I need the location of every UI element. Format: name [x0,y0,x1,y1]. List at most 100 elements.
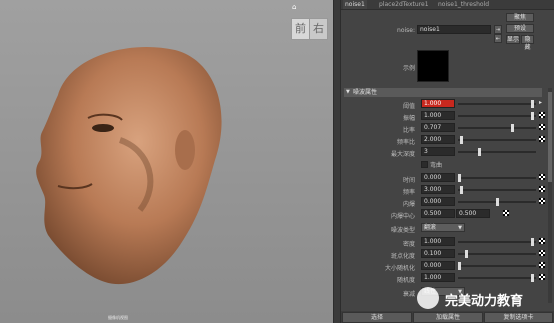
attribute-editor: noise1 place2dTexture1 noise1_threshold … [341,0,554,323]
collapse-triangle-icon[interactable]: ▼ [346,88,350,97]
select-input-icon[interactable]: ⇤ [494,34,502,43]
view-cube[interactable]: 前 右 [291,14,328,40]
slider-knob[interactable] [460,136,463,144]
inflection-label: 弯曲 [430,162,443,169]
implode-center-x-field[interactable]: 0.500 [421,209,455,218]
attr-frequency-field[interactable]: 3.000 [421,185,455,194]
texture-sample [417,50,449,82]
map-checker-icon[interactable] [539,136,545,142]
slider-knob[interactable] [478,148,481,156]
show-button[interactable]: 显示 [506,35,520,44]
attr-time-label: 时间 [402,177,415,184]
map-checker-icon[interactable] [539,262,545,268]
view-cube-right[interactable]: 右 [309,18,328,40]
attr-frequency-label: 频率 [402,189,415,196]
scrollbar-thumb[interactable] [548,92,552,182]
attr-threshold-slider[interactable] [458,100,536,108]
slider-knob[interactable] [458,262,461,270]
map-checker-icon[interactable] [539,124,545,130]
attr-time-field[interactable]: 0.000 [421,173,455,182]
bottom-bar: 选择 加载属性 复制选项卡 [341,311,554,323]
map-checker-icon[interactable] [539,238,545,244]
noise-type-value: 翻滚 [424,224,437,231]
attr-implode-slider[interactable] [458,198,536,206]
tab-noise1[interactable]: noise1 [343,0,367,9]
attr-size-rand-label: 大小随机化 [384,265,415,272]
attr-max-depth-slider[interactable] [458,148,536,156]
slider-knob[interactable] [531,100,534,108]
attr-frequency-ratio-field[interactable]: 2.000 [421,135,455,144]
attr-spottyness-label: 斑点化度 [390,253,415,260]
map-checker-icon[interactable] [539,186,545,192]
attr-amplitude-slider[interactable] [458,112,536,120]
node-label: noise: [397,27,415,34]
attr-spottyness-slider[interactable] [458,250,536,258]
focus-button[interactable]: 聚焦 [506,13,534,22]
noise-type-label: 噪波类型 [390,227,415,234]
inflection-checkbox[interactable] [421,161,428,168]
attr-density-label: 密度 [402,241,415,248]
attr-threshold-label: 阈值 [402,103,415,110]
attr-max-depth-field[interactable]: 3 [421,147,455,156]
home-icon[interactable]: ⌂ [292,4,299,11]
slider-knob[interactable] [531,112,534,120]
map-checker-icon[interactable] [503,210,509,216]
slider-knob[interactable] [460,186,463,194]
attr-randomness-field[interactable]: 1.000 [421,273,455,282]
view-cube-front[interactable]: 前 [291,18,310,40]
slider-knob[interactable] [531,238,534,246]
section-title: 噪波属性 [353,89,378,96]
attr-time-slider[interactable] [458,174,536,182]
slider-knob[interactable] [511,124,514,132]
head-model [36,47,222,285]
editor-scrollbar[interactable] [548,88,552,303]
sample-label: 示例 [402,65,415,72]
map-connected-icon[interactable]: ▸ [539,100,545,106]
3d-viewport[interactable]: ⌂ 前 右 摄像机视图 [0,0,333,323]
slider-knob[interactable] [496,198,499,206]
section-noise-attributes[interactable]: ▼ 噪波属性 [344,88,542,97]
tab-bar: noise1 place2dTexture1 noise1_threshold [341,0,554,10]
camera-label: 摄像机视图 [108,315,128,320]
attr-frequency-ratio-slider[interactable] [458,136,536,144]
attr-size-rand-slider[interactable] [458,262,536,270]
node-name-field[interactable]: noise1 [417,25,491,34]
attr-frequency-slider[interactable] [458,186,536,194]
attr-amplitude-label: 振幅 [402,115,415,122]
tab-place2dtexture1[interactable]: place2dTexture1 [377,0,431,9]
attr-implode-label: 内爆 [402,201,415,208]
map-checker-icon[interactable] [539,250,545,256]
slider-knob[interactable] [458,174,461,182]
map-checker-icon[interactable] [539,274,545,280]
attr-spottyness-field[interactable]: 0.100 [421,249,455,258]
preset-button[interactable]: 预设 [506,24,534,33]
map-checker-icon[interactable] [539,198,545,204]
attr-density-field[interactable]: 1.000 [421,237,455,246]
attr-implode-field[interactable]: 0.000 [421,197,455,206]
attr-max-depth-label: 最大深度 [390,151,415,158]
map-checker-icon[interactable] [539,112,545,118]
watermark-text: 完美动力教育 [445,294,524,309]
attr-size-rand-field[interactable]: 0.000 [421,261,455,270]
attr-ratio-slider[interactable] [458,124,536,132]
slider-knob[interactable] [531,274,534,282]
load-attributes-button[interactable]: 加载属性 [413,312,483,323]
panel-splitter[interactable] [333,0,341,323]
attr-amplitude-field[interactable]: 1.000 [421,111,455,120]
select-button[interactable]: 选择 [342,312,412,323]
attr-threshold-field[interactable]: 1.000 [421,99,455,108]
map-checker-icon[interactable] [539,174,545,180]
attr-randomness-slider[interactable] [458,274,536,282]
chevron-down-icon: ▼ [458,225,462,231]
hide-button[interactable]: 隐藏 [521,35,534,51]
implode-center-y-field[interactable]: 0.500 [456,209,490,218]
select-output-icon[interactable]: ⇥ [494,25,502,34]
noise-type-dropdown[interactable]: 翻滚 ▼ [421,223,465,232]
attr-density-slider[interactable] [458,238,536,246]
copy-tab-button[interactable]: 复制选项卡 [484,312,553,323]
slider-knob[interactable] [465,250,468,258]
attr-ratio-label: 比率 [402,127,415,134]
attr-frequency-ratio-label: 频率比 [396,139,415,146]
attr-ratio-field[interactable]: 0.707 [421,123,455,132]
tab-noise1-threshold[interactable]: noise1_threshold [436,0,491,9]
